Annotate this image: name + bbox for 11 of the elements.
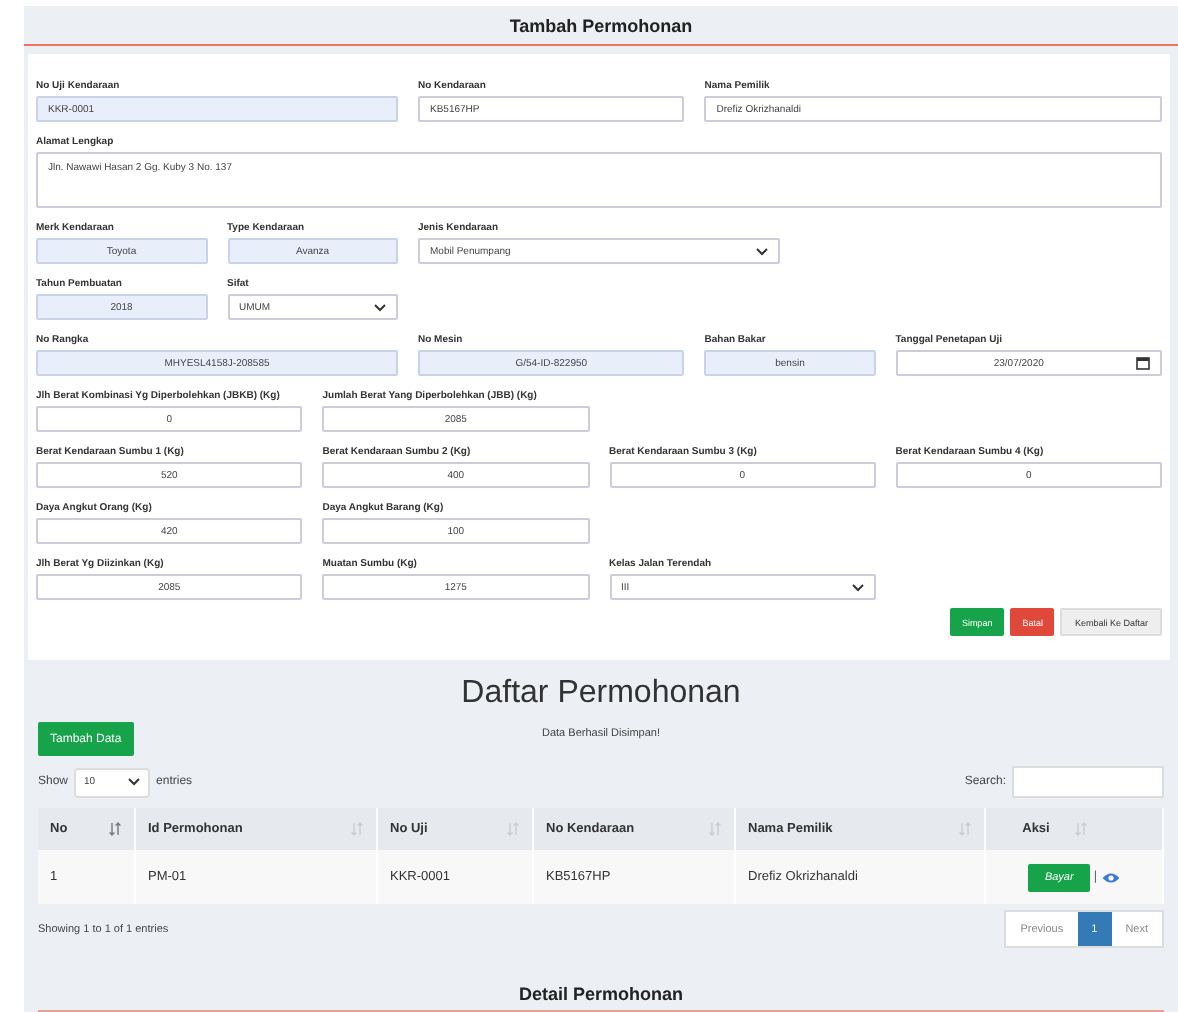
eye-icon[interactable] [1101,871,1120,883]
caret-icon [756,247,768,255]
caret-icon [374,303,386,311]
search-field[interactable] [1012,766,1164,798]
section-title: Detail Permohonan [38,984,1164,1012]
section-title: Tambah Permohonan [509,15,693,35]
sort-icon[interactable] [108,822,122,836]
caret-icon [128,778,141,786]
section-title: Daftar Permohonan [459,676,743,712]
calendar-icon [1136,356,1150,370]
caret-icon [851,583,864,591]
